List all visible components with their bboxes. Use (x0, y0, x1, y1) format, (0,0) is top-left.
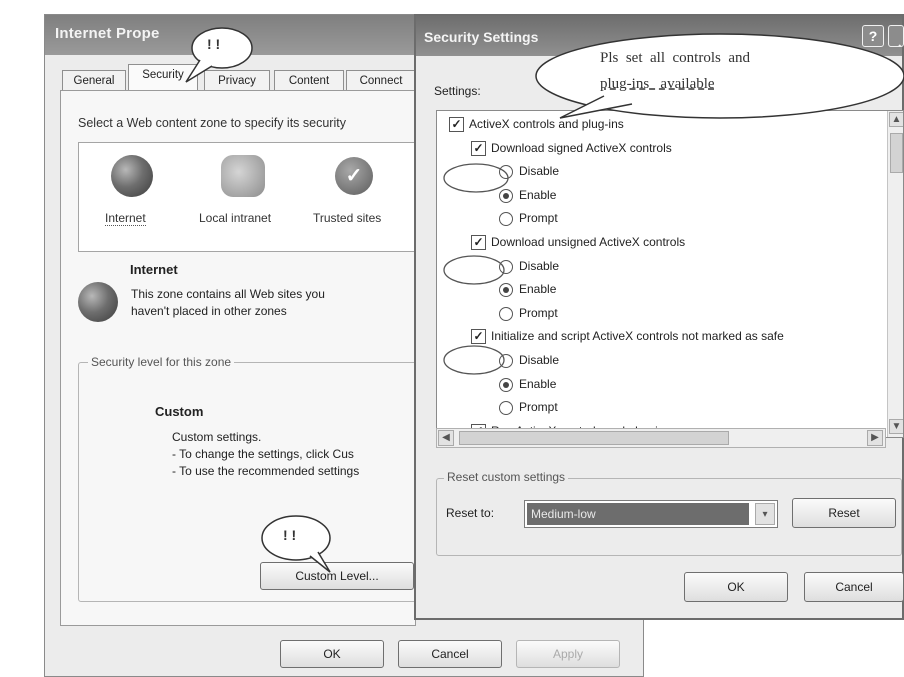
callout-tail (309, 551, 331, 573)
callout-message-line: Pls set all controls and (600, 50, 750, 66)
callout-text: ! ! (283, 527, 297, 543)
callout-text: ! ! (207, 36, 221, 52)
annotation-layer (185, 27, 904, 573)
highlight-ellipse (443, 345, 505, 375)
highlight-ellipse (443, 163, 509, 193)
callout-message-line: plug-ins available (600, 76, 715, 92)
highlight-ellipse (443, 255, 505, 285)
